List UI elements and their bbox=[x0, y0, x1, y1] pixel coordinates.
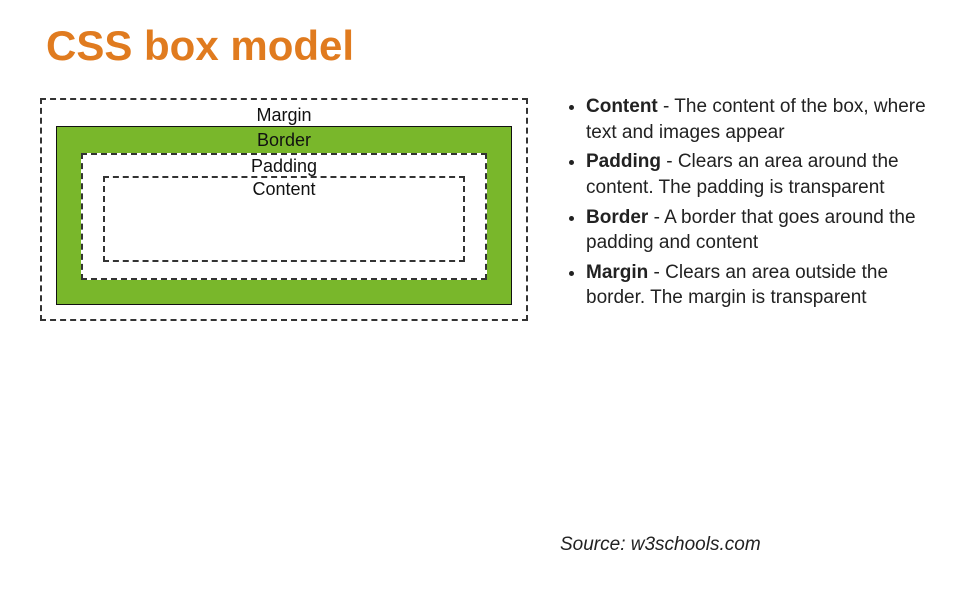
content-box: Content bbox=[103, 176, 465, 262]
list-item: Content - The content of the box, where … bbox=[586, 94, 940, 145]
border-label: Border bbox=[81, 131, 487, 151]
definition-term: Margin bbox=[586, 262, 648, 283]
margin-box: Margin Border Padding Content bbox=[40, 98, 528, 321]
definitions-list: Content - The content of the box, where … bbox=[560, 94, 940, 315]
padding-label: Padding bbox=[103, 157, 465, 177]
content-label: Content bbox=[113, 180, 455, 200]
margin-label: Margin bbox=[56, 106, 512, 126]
border-box: Border Padding Content bbox=[56, 126, 512, 305]
definition-term: Padding bbox=[586, 151, 661, 172]
source-citation: Source: w3schools.com bbox=[560, 534, 761, 556]
list-item: Border - A border that goes around the p… bbox=[586, 205, 940, 256]
list-item: Margin - Clears an area outside the bord… bbox=[586, 260, 940, 311]
page-title: CSS box model bbox=[46, 22, 354, 70]
definition-term: Border bbox=[586, 207, 648, 228]
definition-term: Content bbox=[586, 96, 658, 117]
box-model-diagram: Margin Border Padding Content bbox=[40, 98, 528, 321]
list-item: Padding - Clears an area around the cont… bbox=[586, 149, 940, 200]
padding-box: Padding Content bbox=[81, 153, 487, 281]
